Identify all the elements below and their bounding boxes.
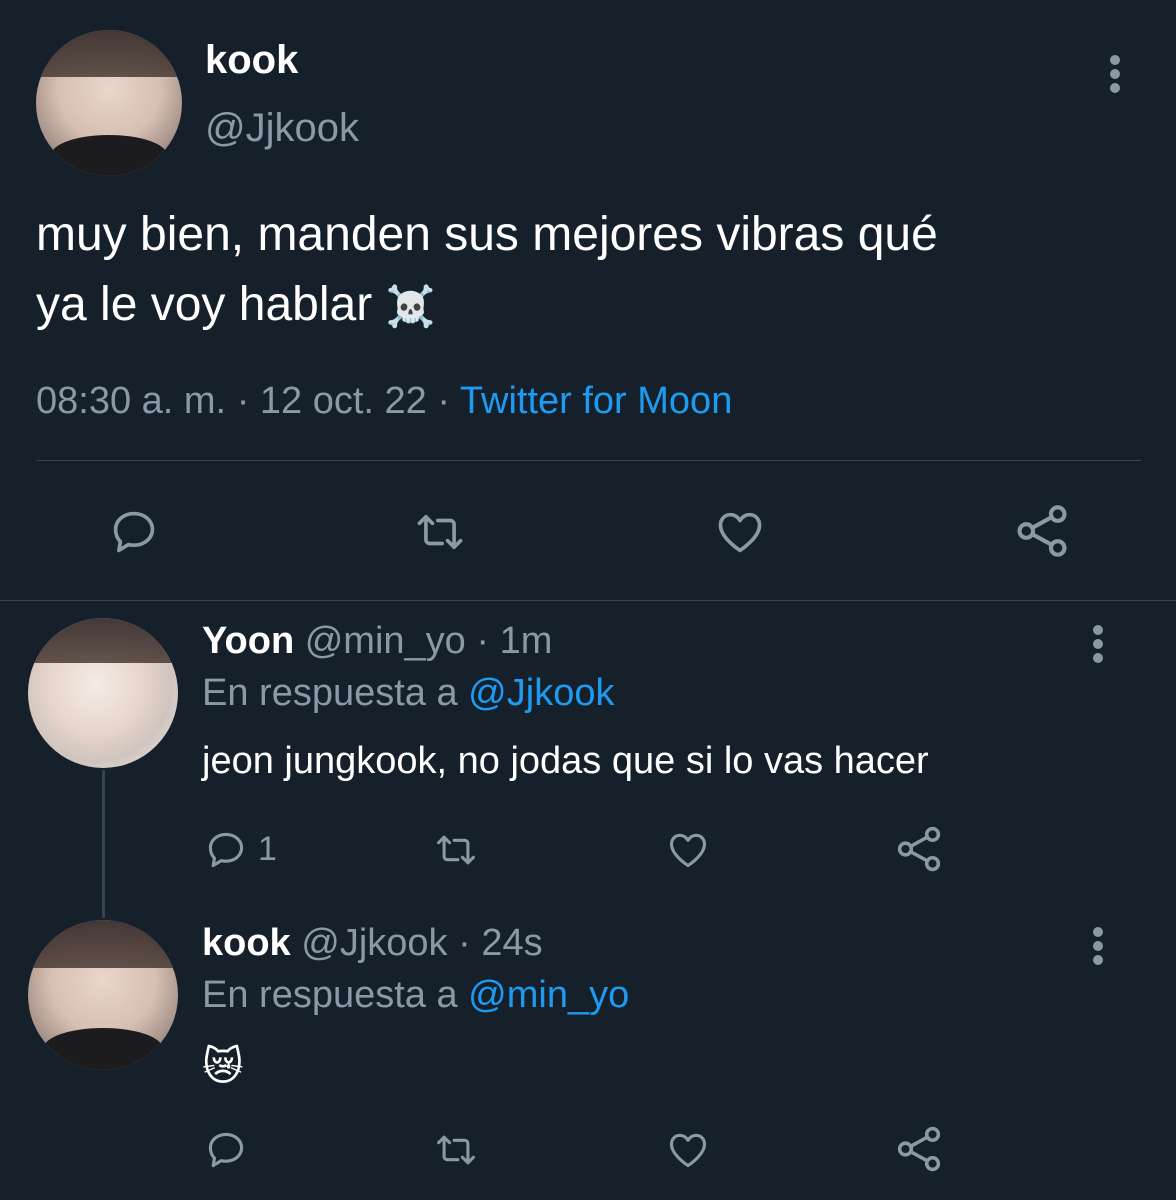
meta-dot: · — [476, 620, 490, 662]
tweet-time: 08:30 a. m. — [36, 380, 227, 422]
replying-to-label: En respuesta a — [202, 672, 458, 714]
replying-to-label: En respuesta a — [202, 974, 458, 1016]
skull-emoji: ☠️ — [385, 284, 436, 330]
like-icon[interactable] — [664, 828, 712, 872]
crying-cat-emoji: 😿 — [202, 1044, 244, 1090]
avatar[interactable] — [28, 618, 178, 768]
reply-header: kook @Jjkook · 24s — [202, 922, 543, 965]
author-handle[interactable]: @min_yo — [305, 620, 466, 662]
divider — [36, 460, 1141, 461]
tweet-source-link[interactable]: Twitter for Moon — [460, 380, 732, 422]
meta-dot: · — [458, 922, 471, 964]
retweet-icon[interactable] — [430, 828, 482, 872]
reply-icon[interactable] — [202, 1128, 250, 1172]
reply-count: 1 — [258, 830, 277, 868]
meta-dot: · — [236, 380, 250, 422]
author-handle[interactable]: @Jjkook — [205, 106, 359, 151]
tweet-text: muy bien, manden sus mejores vibras qué … — [36, 200, 1146, 342]
thread-line — [102, 770, 105, 918]
author-handle[interactable]: @Jjkook — [301, 922, 447, 964]
reply-time: 1m — [499, 620, 553, 662]
reply-icon[interactable] — [202, 828, 250, 872]
tweet-date: 12 oct. 22 — [259, 380, 427, 422]
replying-to: En respuesta a @min_yo — [202, 974, 629, 1017]
share-icon[interactable] — [894, 1124, 944, 1174]
avatar[interactable] — [28, 920, 178, 1070]
reply-text: jeon jungkook, no jodas que si lo vas ha… — [202, 740, 929, 782]
replying-to-link[interactable]: @min_yo — [468, 974, 629, 1016]
meta-dot: · — [437, 380, 451, 422]
share-icon[interactable] — [894, 824, 944, 874]
more-icon[interactable] — [1105, 52, 1125, 96]
author-name[interactable]: kook — [205, 38, 298, 83]
more-icon[interactable] — [1088, 622, 1108, 666]
replying-to: En respuesta a @Jjkook — [202, 672, 614, 715]
reply-time: 24s — [481, 922, 543, 964]
retweet-icon[interactable] — [430, 1128, 482, 1172]
like-icon[interactable] — [712, 506, 768, 558]
tweet-text-line2: ya le voy hablar — [36, 278, 373, 331]
tweet-meta: 08:30 a. m. · 12 oct. 22 · Twitter for M… — [36, 380, 732, 423]
author-name[interactable]: kook — [202, 922, 291, 964]
retweet-icon[interactable] — [410, 506, 470, 558]
reply-header: Yoon @min_yo · 1m — [202, 620, 552, 663]
share-icon[interactable] — [1012, 502, 1072, 560]
replying-to-link[interactable]: @Jjkook — [468, 672, 614, 714]
reply-icon[interactable] — [106, 506, 162, 558]
avatar[interactable] — [36, 30, 182, 176]
like-icon[interactable] — [664, 1128, 712, 1172]
more-icon[interactable] — [1088, 924, 1108, 968]
author-name[interactable]: Yoon — [202, 620, 294, 662]
divider — [0, 600, 1176, 601]
tweet-text-line1: muy bien, manden sus mejores vibras qué — [36, 208, 938, 261]
